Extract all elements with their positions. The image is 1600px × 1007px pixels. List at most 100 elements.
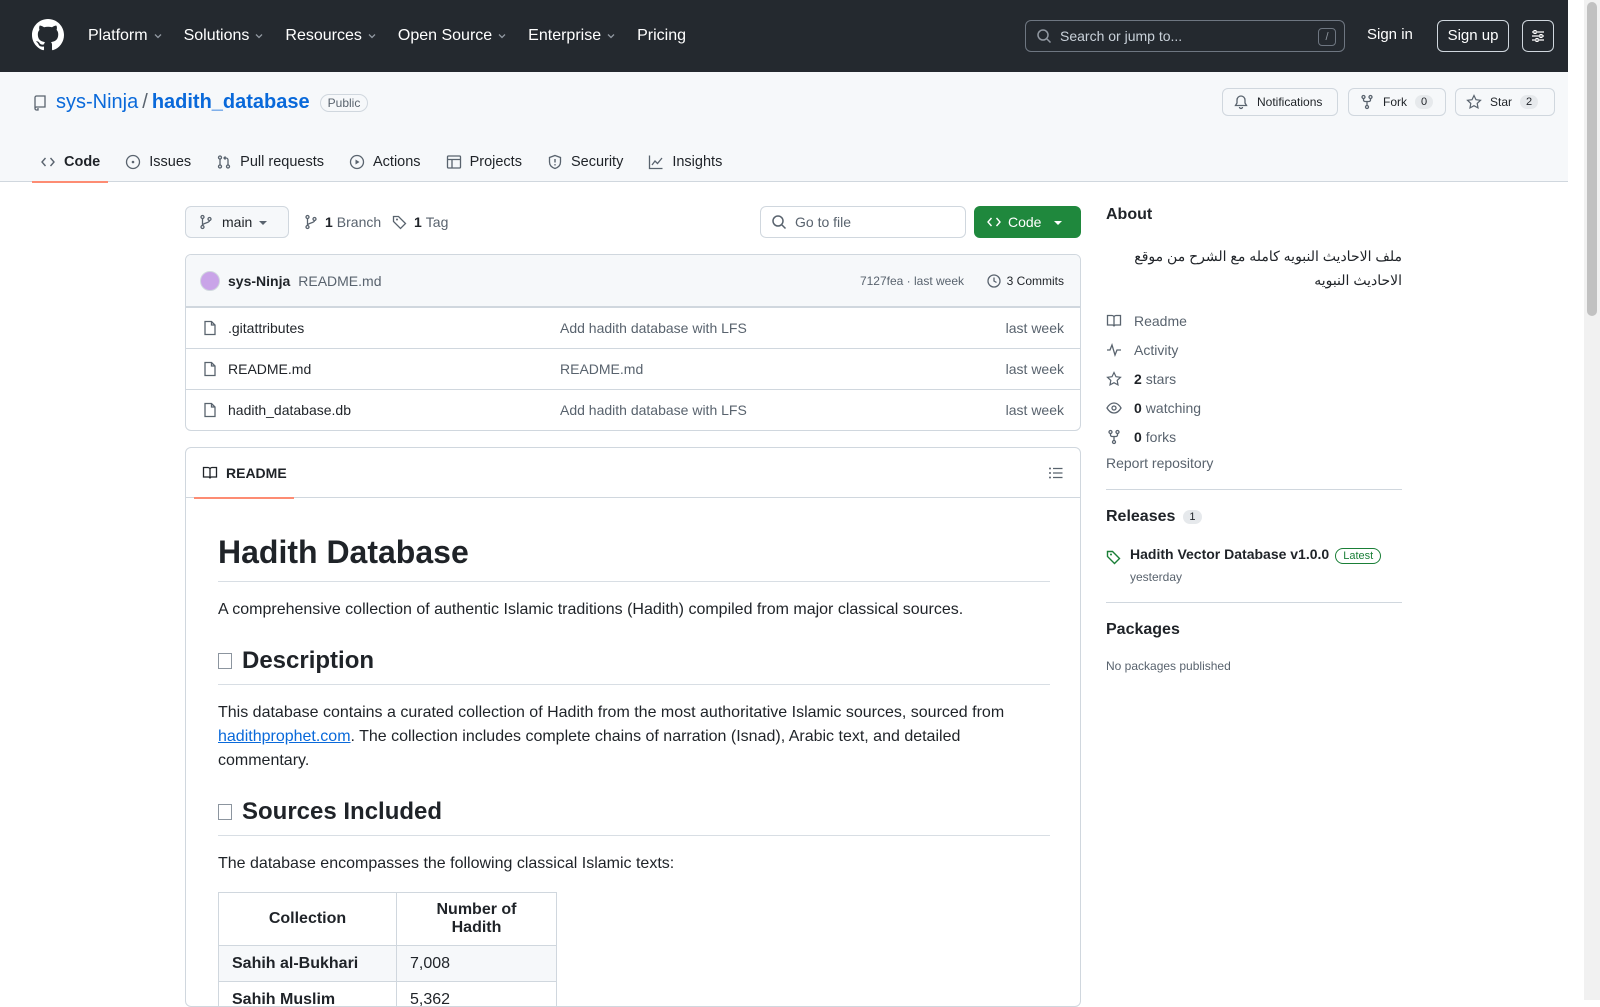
nav-enterprise[interactable]: Enterprise (528, 27, 617, 45)
tab-security[interactable]: Security (539, 142, 631, 182)
eye-icon (1106, 400, 1122, 416)
repo-sidebar: About ملف الاحاديث النبويه كامله مع الشر… (1106, 206, 1402, 673)
nav-pricing[interactable]: Pricing (637, 27, 686, 45)
description-paragraph: This database contains a curated collect… (218, 701, 1050, 773)
code-button-label: Code (1008, 214, 1041, 230)
tag-icon (392, 214, 408, 230)
sources-intro: The database encompasses the following c… (218, 852, 1050, 876)
tab-code[interactable]: Code (32, 142, 108, 182)
table-row: .gitattributes Add hadith database with … (186, 307, 1080, 348)
release-date: yesterday (1130, 570, 1381, 584)
no-packages-text: No packages published (1106, 659, 1402, 673)
releases-count: 1 (1183, 510, 1201, 524)
packages-heading[interactable]: Packages (1106, 621, 1402, 639)
global-header: Platform Solutions Resources Open Source… (0, 0, 1568, 72)
tab-actions[interactable]: Actions (341, 142, 429, 182)
chevron-down-icon (152, 30, 164, 42)
repo-icon (32, 95, 48, 111)
avatar[interactable] (200, 271, 220, 291)
table-row: hadith_database.db Add hadith database w… (186, 389, 1080, 430)
branches-link[interactable]: 1 Branch (303, 214, 381, 230)
divider (1106, 489, 1402, 490)
star-icon (1466, 94, 1482, 110)
tab-readme[interactable]: README (194, 448, 294, 498)
hadithprophet-link[interactable]: hadithprophet.com (218, 728, 351, 745)
heading-sources: Sources Included (218, 797, 1050, 836)
tab-pull-requests[interactable]: Pull requests (208, 142, 332, 182)
visibility-badge: Public (320, 94, 369, 112)
repository-header: sys-Ninja / hadith_database Public Notif… (0, 72, 1568, 182)
go-to-file-input[interactable]: Go to file (760, 206, 966, 238)
about-links: Readme Activity 2 stars 0 watching 0 for… (1106, 306, 1402, 451)
release-name[interactable]: Hadith Vector Database v1.0.0 (1130, 546, 1329, 562)
git-branch-icon (303, 214, 319, 230)
stars-link[interactable]: 2 stars (1106, 364, 1402, 393)
star-icon (1106, 371, 1122, 387)
tab-pull-requests-label: Pull requests (240, 154, 324, 170)
repo-title: sys-Ninja / hadith_database Public (32, 91, 368, 114)
file-name-link[interactable]: .gitattributes (228, 320, 304, 336)
sources-table: Collection Number of Hadith Sahih al-Buk… (218, 892, 557, 1007)
search-icon (1036, 28, 1052, 44)
commit-author-link[interactable]: sys-Ninja (228, 273, 290, 289)
tab-insights[interactable]: Insights (640, 142, 730, 182)
nav-resources-label: Resources (285, 27, 361, 45)
table-cell: 5,362 (397, 982, 557, 1007)
forks-link[interactable]: 0 forks (1106, 422, 1402, 451)
sign-in-link[interactable]: Sign in (1367, 26, 1413, 43)
forks-count: 0 (1134, 429, 1142, 445)
sign-up-button[interactable]: Sign up (1437, 20, 1509, 52)
heading-description-text: Description (242, 646, 374, 676)
table-cell: Sahih Muslim (219, 982, 397, 1007)
commit-message-link[interactable]: README.md (298, 273, 381, 289)
nav-resources[interactable]: Resources (285, 27, 377, 45)
bell-icon (1233, 94, 1249, 110)
file-commit-message[interactable]: Add hadith database with LFS (560, 402, 747, 418)
repo-name-link[interactable]: hadith_database (152, 91, 310, 114)
readme-link[interactable]: Readme (1106, 306, 1402, 335)
chevron-down-icon (496, 30, 508, 42)
repo-owner-link[interactable]: sys-Ninja (56, 91, 138, 114)
notifications-button[interactable]: Notifications (1222, 88, 1338, 116)
scrollbar-thumb[interactable] (1587, 2, 1597, 316)
fork-count: 0 (1415, 95, 1433, 109)
list-unordered-icon[interactable] (1048, 465, 1064, 481)
star-button[interactable]: Star 2 (1455, 88, 1555, 116)
tab-code-label: Code (64, 154, 100, 170)
file-commit-message[interactable]: Add hadith database with LFS (560, 320, 747, 336)
nav-solutions[interactable]: Solutions (184, 27, 266, 45)
file-name-link[interactable]: README.md (228, 361, 311, 377)
code-dropdown-button[interactable]: Code (974, 206, 1081, 238)
release-item[interactable]: Hadith Vector Database v1.0.0Latest yest… (1106, 546, 1402, 584)
activity-link[interactable]: Activity (1106, 335, 1402, 364)
file-commit-message[interactable]: README.md (560, 361, 643, 377)
search-icon (771, 214, 787, 230)
github-logo-icon[interactable] (32, 19, 64, 51)
readme-body: Hadith Database A comprehensive collecti… (218, 498, 1050, 1007)
notifications-label: Notifications (1257, 95, 1322, 109)
table-header-row: Collection Number of Hadith (219, 893, 557, 946)
search-shortcut-key: / (1318, 28, 1336, 46)
watching-label: watching (1146, 400, 1201, 416)
tab-projects[interactable]: Projects (438, 142, 530, 182)
tab-issues[interactable]: Issues (117, 142, 199, 182)
commit-hash-time[interactable]: 7127fea · last week (860, 274, 964, 288)
search-input[interactable]: Search or jump to... / (1025, 20, 1345, 52)
fork-icon (1106, 429, 1122, 445)
code-icon (986, 214, 1002, 230)
nav-enterprise-label: Enterprise (528, 27, 601, 45)
releases-heading[interactable]: Releases1 (1106, 508, 1402, 526)
command-menu-button[interactable] (1522, 20, 1554, 52)
nav-platform[interactable]: Platform (88, 27, 164, 45)
tag-label: Tag (426, 214, 449, 230)
nav-open-source[interactable]: Open Source (398, 27, 508, 45)
watching-link[interactable]: 0 watching (1106, 393, 1402, 422)
fork-button[interactable]: Fork 0 (1348, 88, 1446, 116)
commits-link[interactable]: 3 Commits (986, 273, 1064, 289)
file-name-link[interactable]: hadith_database.db (228, 402, 351, 418)
branch-selector[interactable]: main (185, 206, 289, 238)
tags-link[interactable]: 1 Tag (392, 214, 448, 230)
report-repository-link[interactable]: Report repository (1106, 455, 1402, 471)
repo-separator: / (142, 91, 148, 114)
triangle-down-icon (1053, 219, 1063, 227)
